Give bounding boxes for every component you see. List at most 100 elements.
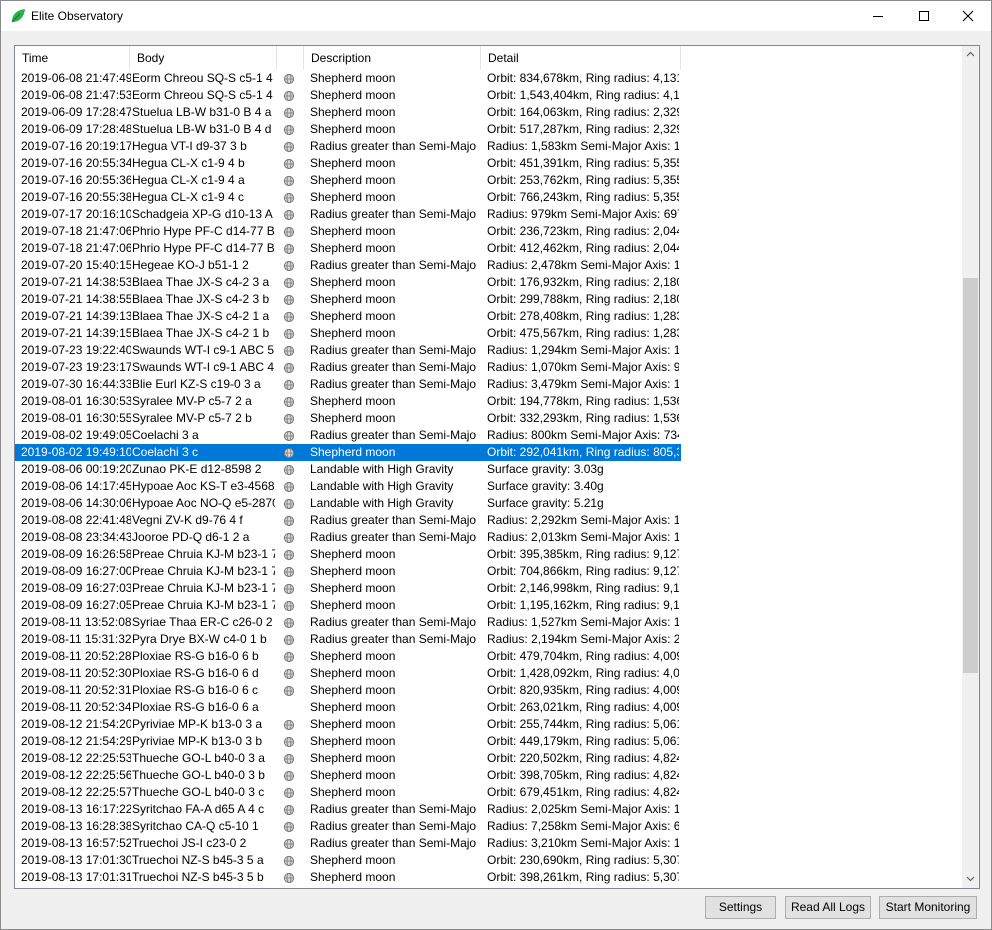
row-body: Phrio Hype PF-C d14-77 B 6 b — [132, 241, 275, 255]
table-row[interactable]: 2019-07-21 14:38:53 Blaea Thae JX-S c4-2 … — [15, 274, 681, 291]
maximize-button[interactable] — [901, 1, 947, 31]
globe-icon — [283, 770, 295, 782]
table-row[interactable]: 2019-08-13 17:01:30 Truechoi NZ-S b45-3 5… — [15, 852, 681, 869]
leaf-icon — [10, 8, 26, 24]
table-row[interactable]: 2019-08-09 16:26:58 Preae Chruia KJ-M b23… — [15, 546, 681, 563]
start-monitoring-button[interactable]: Start Monitoring — [879, 896, 977, 919]
row-time: 2019-08-01 16:30:53 — [21, 394, 131, 408]
table-row[interactable]: 2019-07-23 19:23:17 Swaunds WT-I c9-1 ABC… — [15, 359, 681, 376]
table-row[interactable]: 2019-07-30 16:44:33 Blie Eurl KZ-S c19-0 … — [15, 376, 681, 393]
table-row[interactable]: 2019-06-09 17:28:47 Stuelua LB-W b31-0 B … — [15, 104, 681, 121]
row-description: Shepherd moon — [310, 785, 396, 799]
column-header-description[interactable]: Description — [304, 46, 481, 70]
table-row[interactable]: 2019-08-13 16:57:52 Truechoi JS-I c23-0 2… — [15, 835, 681, 852]
table-row[interactable]: 2019-07-16 20:19:17 Hegua VT-I d9-37 3 b R… — [15, 138, 681, 155]
table-row[interactable]: 2019-08-06 00:19:20 Zunao PK-E d12-8598 2… — [15, 461, 681, 478]
table-row[interactable]: 2019-08-12 22:25:56 Thueche GO-L b40-0 3 … — [15, 767, 681, 784]
row-time: 2019-08-12 22:25:56 — [21, 768, 131, 782]
table-row[interactable]: 2019-07-18 21:47:06 Phrio Hype PF-C d14-7… — [15, 223, 681, 240]
row-detail: Orbit: 398,261km, Ring radius: 5,307,... — [487, 870, 679, 884]
maximize-icon — [919, 11, 929, 21]
column-header-detail[interactable]: Detail — [481, 46, 681, 70]
scroll-up-button[interactable] — [962, 46, 979, 63]
row-detail: Orbit: 263,021km, Ring radius: 4,009,... — [487, 700, 679, 714]
globe-icon — [283, 719, 295, 731]
table-row[interactable]: 2019-06-08 21:47:53 Eorm Chreou SQ-S c5-1… — [15, 87, 681, 104]
row-description: Radius greater than Semi-Major ... — [310, 377, 476, 391]
table-row[interactable]: 2019-07-16 20:55:36 Hegua CL-X c1-9 4 a Sh… — [15, 172, 681, 189]
table-row[interactable]: 2019-08-09 16:27:03 Preae Chruia KJ-M b23… — [15, 580, 681, 597]
table-row[interactable]: 2019-08-06 14:17:45 Hypoae Aoc KS-T e3-45… — [15, 478, 681, 495]
row-detail: Radius: 1,070km Semi-Major Axis: 92... — [487, 360, 679, 374]
settings-button[interactable]: Settings — [705, 896, 776, 919]
row-body: Blaea Thae JX-S c4-2 3 b — [132, 292, 270, 306]
table-row[interactable]: 2019-08-11 13:52:08 Syriae Thaa ER-C c26-… — [15, 614, 681, 631]
table-row[interactable]: 2019-08-08 22:41:48 Vegni ZV-K d9-76 4 f R… — [15, 512, 681, 529]
row-detail: Orbit: 176,932km, Ring radius: 2,180,... — [487, 275, 679, 289]
row-description: Shepherd moon — [310, 598, 396, 612]
column-header-flag[interactable] — [277, 46, 304, 70]
scrollbar-thumb[interactable] — [963, 278, 978, 673]
column-header-body[interactable]: Body — [130, 46, 277, 70]
table-row[interactable]: 2019-07-21 14:39:13 Blaea Thae JX-S c4-2 … — [15, 308, 681, 325]
table-row[interactable]: 2019-08-06 14:30:06 Hypoae Aoc NO-Q e5-28… — [15, 495, 681, 512]
table-row[interactable]: 2019-08-11 20:52:28 Ploxiae RS-G b16-0 6 … — [15, 648, 681, 665]
row-description: Radius greater than Semi-Major ... — [310, 802, 476, 816]
table-row[interactable]: 2019-08-13 16:28:38 Syritchao CA-Q c5-10 … — [15, 818, 681, 835]
table-row[interactable]: 2019-07-21 14:39:15 Blaea Thae JX-S c4-2 … — [15, 325, 681, 342]
table-row[interactable]: 2019-08-12 21:54:20 Pyriviae MP-K b13-0 3… — [15, 716, 681, 733]
table-row[interactable]: 2019-07-20 15:40:15 Hegeae KO-J b51-1 2 Ra… — [15, 257, 681, 274]
table-row[interactable]: 2019-06-09 17:28:48 Stuelua LB-W b31-0 B … — [15, 121, 681, 138]
scroll-down-button[interactable] — [962, 871, 979, 888]
row-time: 2019-08-09 16:27:00 — [21, 564, 131, 578]
table-row[interactable]: 2019-07-18 21:47:06 Phrio Hype PF-C d14-7… — [15, 240, 681, 257]
globe-icon — [283, 175, 295, 187]
vertical-scrollbar[interactable] — [962, 46, 979, 888]
column-header-time[interactable]: Time — [15, 46, 130, 70]
table-row[interactable]: 2019-07-17 20:16:10 Schadgeia XP-G d10-13… — [15, 206, 681, 223]
read-all-logs-button[interactable]: Read All Logs — [785, 896, 871, 919]
table-row[interactable]: 2019-08-11 20:52:30 Ploxiae RS-G b16-0 6 … — [15, 665, 681, 682]
row-body: Syralee MV-P c5-7 2 b — [132, 411, 252, 425]
row-detail: Orbit: 766,243km, Ring radius: 5,355,... — [487, 190, 679, 204]
main-window: Elite Observatory Time Body Description … — [0, 0, 992, 930]
minimize-button[interactable] — [855, 1, 901, 31]
row-detail: Radius: 2,292km Semi-Major Axis: 1,6... — [487, 513, 679, 527]
table-row[interactable]: 2019-08-02 19:49:10 Coelachi 3 c Shepherd … — [15, 444, 681, 461]
table-row[interactable]: 2019-08-02 19:49:05 Coelachi 3 a Radius gr… — [15, 427, 681, 444]
table-row[interactable]: 2019-07-23 19:22:40 Swaunds WT-I c9-1 ABC… — [15, 342, 681, 359]
table-row[interactable]: 2019-08-11 15:31:32 Pyra Drye BX-W c4-0 1… — [15, 631, 681, 648]
table-row[interactable]: 2019-08-12 22:25:53 Thueche GO-L b40-0 3 … — [15, 750, 681, 767]
table-row[interactable]: 2019-07-16 20:55:34 Hegua CL-X c1-9 4 b Sh… — [15, 155, 681, 172]
close-button[interactable] — [945, 1, 991, 31]
row-description: Shepherd moon — [310, 411, 396, 425]
row-description: Radius greater than Semi-Major ... — [310, 513, 476, 527]
table-row[interactable]: 2019-08-11 20:52:31 Ploxiae RS-G b16-0 6 … — [15, 682, 681, 699]
row-time: 2019-08-12 21:54:20 — [21, 717, 131, 731]
table-row[interactable]: 2019-08-12 22:25:57 Thueche GO-L b40-0 3 … — [15, 784, 681, 801]
globe-icon — [283, 311, 295, 323]
globe-icon — [283, 804, 295, 816]
table-row[interactable]: 2019-07-16 20:55:38 Hegua CL-X c1-9 4 c Sh… — [15, 189, 681, 206]
globe-icon — [283, 515, 295, 527]
table-row[interactable]: 2019-08-13 17:01:31 Truechoi NZ-S b45-3 5… — [15, 869, 681, 886]
row-description: Radius greater than Semi-Major ... — [310, 343, 476, 357]
table-row[interactable]: 2019-08-13 16:17:22 Syritchao FA-A d65 A … — [15, 801, 681, 818]
table-row[interactable]: 2019-08-09 16:27:05 Preae Chruia KJ-M b23… — [15, 597, 681, 614]
row-description: Shepherd moon — [310, 292, 396, 306]
table-row[interactable]: 2019-08-01 16:30:55 Syralee MV-P c5-7 2 b… — [15, 410, 681, 427]
title-bar[interactable]: Elite Observatory — [1, 1, 991, 31]
table-row[interactable]: 2019-08-12 21:54:29 Pyriviae MP-K b13-0 3… — [15, 733, 681, 750]
observations-list[interactable]: Time Body Description Detail 2019-06-08 … — [14, 45, 980, 889]
row-description: Shepherd moon — [310, 666, 396, 680]
table-row[interactable]: 2019-07-21 14:38:55 Blaea Thae JX-S c4-2 … — [15, 291, 681, 308]
row-detail: Orbit: 834,678km, Ring radius: 4,131,... — [487, 71, 679, 85]
row-body: Vegni ZV-K d9-76 4 f — [132, 513, 243, 527]
table-row[interactable]: 2019-08-08 23:34:43 Jooroe PD-Q d6-1 2 a R… — [15, 529, 681, 546]
row-detail: Surface gravity: 3.03g — [487, 462, 604, 476]
table-row[interactable]: 2019-06-08 21:47:49 Eorm Chreou SQ-S c5-1… — [15, 70, 681, 87]
table-row[interactable]: 2019-08-09 16:27:00 Preae Chruia KJ-M b23… — [15, 563, 681, 580]
table-row[interactable]: 2019-08-11 20:52:34 Ploxiae RS-G b16-0 6 … — [15, 699, 681, 716]
row-detail: Orbit: 164,063km, Ring radius: 2,329,... — [487, 105, 679, 119]
table-row[interactable]: 2019-08-01 16:30:53 Syralee MV-P c5-7 2 a… — [15, 393, 681, 410]
